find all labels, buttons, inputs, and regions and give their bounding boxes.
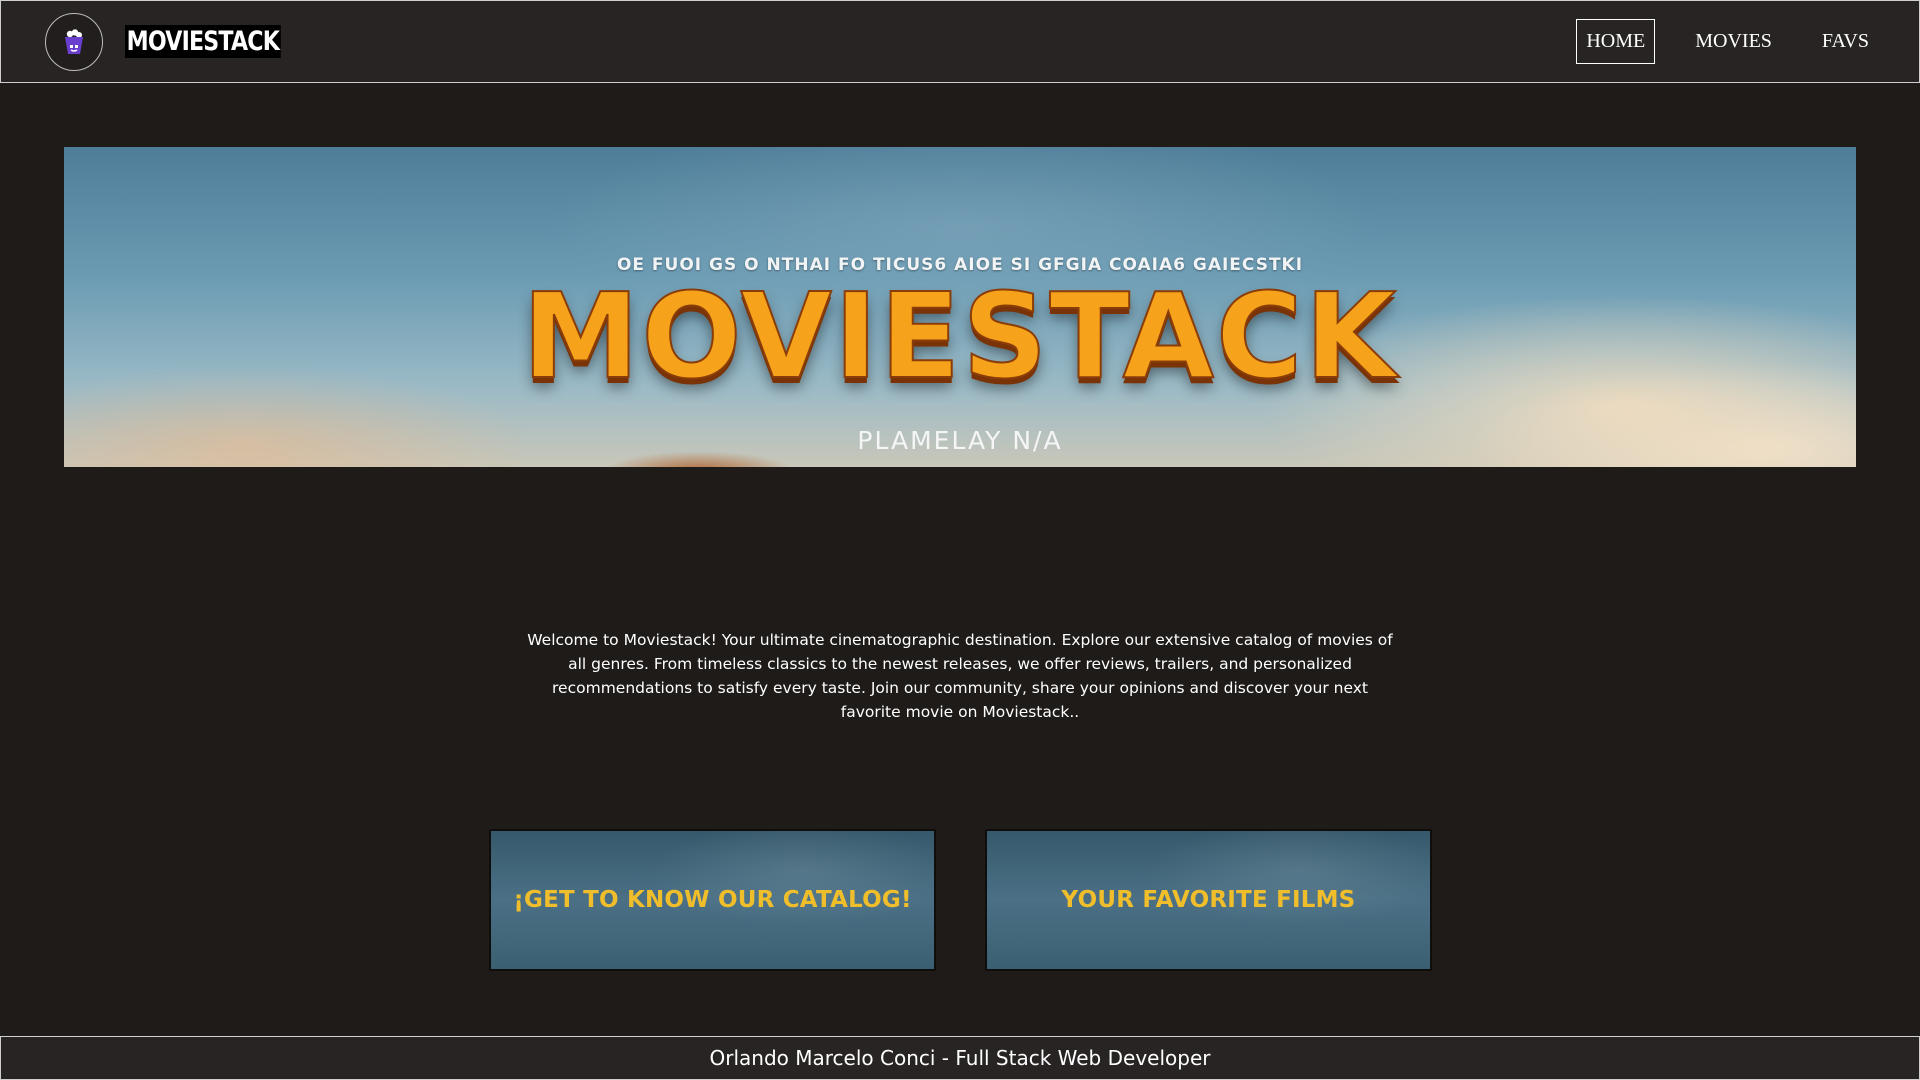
popcorn-box-icon[interactable] — [45, 12, 103, 71]
hero-title: MOVIESTACK — [521, 267, 1399, 405]
catalog-button-label: ¡GET TO KNOW OUR CATALOG! — [513, 887, 912, 913]
welcome-text: Welcome to Moviestack! Your ultimate cin… — [527, 630, 1393, 721]
nav-favs[interactable]: FAVS — [1812, 19, 1879, 64]
nav-movies[interactable]: MOVIES — [1685, 19, 1782, 64]
hero-banner: OE FUOI GS O NTHAI FO TICUS6 AIOE SI GFG… — [64, 147, 1856, 467]
brand[interactable]: MOVIESTACK — [45, 12, 315, 71]
main-nav: HOME MOVIES FAVS — [1558, 19, 1879, 64]
footer-credit: Orlando Marcelo Conci - Full Stack Web D… — [709, 1046, 1211, 1070]
hero-subtitle: PLAMELAY N/A — [857, 426, 1063, 455]
favorites-button[interactable]: YOUR FAVORITE FILMS — [985, 829, 1432, 971]
favorites-button-label: YOUR FAVORITE FILMS — [1061, 887, 1356, 913]
nav-home[interactable]: HOME — [1576, 19, 1656, 64]
top-navbar: MOVIESTACK HOME MOVIES FAVS — [0, 0, 1920, 83]
catalog-button[interactable]: ¡GET TO KNOW OUR CATALOG! — [489, 829, 936, 971]
brand-name: MOVIESTACK — [125, 25, 281, 58]
footer: Orlando Marcelo Conci - Full Stack Web D… — [0, 1036, 1920, 1080]
